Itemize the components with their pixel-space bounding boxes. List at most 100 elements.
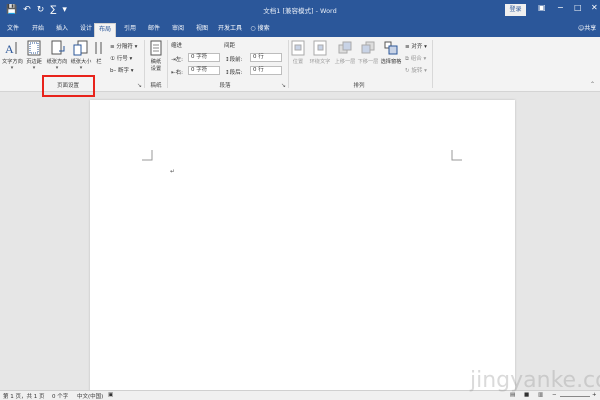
- group-divider: [167, 40, 168, 88]
- spacing-after-field[interactable]: 0 行: [250, 66, 282, 75]
- align-icon: ≡: [405, 44, 410, 50]
- draft-paper-label-1: 稿纸: [150, 59, 162, 65]
- arrange-group-label: 排列: [353, 83, 365, 89]
- spacing-header: 间距: [224, 43, 236, 49]
- tab-design[interactable]: 设计: [76, 23, 96, 37]
- wrap-text-button[interactable]: 环绕文字: [309, 40, 331, 65]
- rotate-icon: ↻: [405, 68, 410, 74]
- rotate-button[interactable]: ↻ 旋转 ▾: [405, 66, 427, 74]
- indent-right-label: ⇤右:: [171, 70, 183, 76]
- collapse-ribbon-icon[interactable]: ⌃: [590, 81, 595, 88]
- rotate-label: 旋转: [411, 68, 423, 74]
- columns-button[interactable]: 栏: [94, 40, 104, 65]
- bring-forward-button[interactable]: 上移一层: [334, 40, 356, 65]
- tell-me-search[interactable]: ○ 搜索: [248, 23, 272, 37]
- document-page[interactable]: ↵: [90, 100, 515, 400]
- maximize-icon[interactable]: □: [574, 3, 582, 12]
- position-button[interactable]: 位置: [290, 40, 306, 65]
- margins-icon: [27, 40, 41, 56]
- paragraph-mark: ↵: [170, 168, 176, 175]
- highlight-annotation-box: [42, 75, 95, 97]
- tab-review[interactable]: 审阅: [168, 23, 188, 37]
- word-count-status[interactable]: 0 个字: [52, 392, 68, 400]
- ribbon-tabs: 文件 开始 插入 设计 布局 引用 邮件 审阅 视图 开发工具 ○ 搜索 ☺共享: [0, 20, 600, 37]
- title-bar: 💾 ↶ ↻ ∑ ▾ 文档1 [兼容模式] - Word 登录 ▣ − □ ✕: [0, 0, 600, 20]
- chevron-down-icon: ▾: [132, 44, 138, 50]
- tab-layout[interactable]: 布局: [94, 23, 116, 37]
- position-icon: [291, 40, 305, 56]
- bring-forward-icon: [338, 41, 352, 54]
- chevron-down-icon: ▾: [127, 56, 133, 62]
- chevron-down-icon: ▾: [79, 65, 83, 71]
- group-objects-label: 组合: [410, 56, 422, 62]
- draft-group-label: 稿纸: [150, 83, 162, 89]
- text-direction-label: 文字方向: [2, 59, 23, 65]
- group-divider: [432, 40, 433, 88]
- draft-paper-label-2: 设置: [150, 66, 162, 72]
- margin-corner-top-right: [451, 150, 462, 161]
- hyphenation-button[interactable]: b– 断字 ▾: [110, 66, 134, 74]
- text-direction-button[interactable]: A 文字方向 ▾: [2, 40, 23, 71]
- position-label: 位置: [292, 59, 304, 65]
- margins-button[interactable]: 页边距 ▾: [24, 40, 44, 71]
- orientation-label: 纸张方向: [46, 59, 68, 65]
- send-backward-button[interactable]: 下移一层: [357, 40, 379, 65]
- draft-paper-button[interactable]: 稿纸 设置: [148, 40, 164, 72]
- indent-left-field[interactable]: 0 字符: [188, 53, 220, 62]
- margins-label: 页边距: [26, 59, 42, 65]
- hyphenation-icon: b–: [110, 68, 117, 74]
- group-objects-button[interactable]: ⧉ 组合 ▾: [405, 54, 426, 63]
- minimize-icon[interactable]: −: [557, 3, 564, 12]
- tab-mailings[interactable]: 邮件: [144, 23, 164, 37]
- chevron-down-icon: ▾: [422, 44, 427, 50]
- selection-pane-button[interactable]: 选择窗格: [380, 40, 402, 65]
- group-divider: [144, 40, 145, 88]
- send-backward-icon: [361, 41, 375, 54]
- login-button[interactable]: 登录: [505, 4, 526, 16]
- tab-developer[interactable]: 开发工具: [215, 23, 245, 37]
- spacing-before-label: ↕段前:: [225, 57, 243, 63]
- group-objects-icon: ⧉: [405, 56, 409, 62]
- indent-right-field[interactable]: 0 字符: [188, 66, 220, 75]
- page-count-status[interactable]: 第 1 页，共 1 页: [3, 392, 45, 400]
- text-direction-icon: A: [5, 42, 17, 56]
- ribbon-display-icon[interactable]: ▣: [538, 3, 546, 12]
- tab-file[interactable]: 文件: [4, 23, 22, 37]
- share-button[interactable]: ☺共享: [578, 23, 596, 35]
- draft-paper-icon: [150, 40, 162, 56]
- bring-forward-label: 上移一层: [334, 59, 356, 65]
- page-setup-launcher-icon[interactable]: ↘: [137, 82, 142, 89]
- paragraph-launcher-icon[interactable]: ↘: [281, 82, 286, 89]
- indent-left-label: ⇥左:: [171, 57, 183, 63]
- orientation-button[interactable]: 纸张方向 ▾: [46, 40, 68, 71]
- tab-references[interactable]: 引用: [120, 23, 140, 37]
- language-status[interactable]: 中文(中国): [77, 392, 103, 400]
- paper-size-icon: [73, 40, 88, 56]
- wrap-text-label: 环绕文字: [309, 59, 331, 65]
- hyphenation-label: 断字: [118, 68, 130, 74]
- align-label: 对齐: [411, 44, 423, 50]
- tab-insert[interactable]: 插入: [52, 23, 72, 37]
- size-button[interactable]: 纸张大小 ▾: [70, 40, 92, 71]
- tab-view[interactable]: 视图: [192, 23, 212, 37]
- chevron-down-icon: ▾: [10, 65, 14, 71]
- line-numbers-button[interactable]: ① 行号 ▾: [110, 54, 132, 62]
- size-label: 纸张大小: [70, 59, 92, 65]
- spacing-before-field[interactable]: 0 行: [250, 53, 282, 62]
- orientation-icon: [51, 40, 65, 55]
- spacing-after-label: ↕段后:: [225, 70, 243, 76]
- chevron-down-icon: ▾: [129, 68, 134, 74]
- zoom-slider[interactable]: [560, 396, 590, 397]
- close-icon[interactable]: ✕: [591, 3, 598, 12]
- line-numbers-icon: ①: [110, 56, 115, 62]
- tab-home[interactable]: 开始: [28, 23, 48, 37]
- macro-record-icon[interactable]: ▣: [108, 392, 113, 398]
- align-button[interactable]: ≡ 对齐 ▾: [405, 42, 427, 50]
- breaks-button[interactable]: ≡ 分隔符 ▾: [110, 42, 137, 50]
- paragraph-group-label: 段落: [219, 83, 231, 89]
- chevron-down-icon: ▾: [422, 68, 427, 74]
- selection-pane-label: 选择窗格: [380, 59, 402, 65]
- search-label: 搜索: [257, 25, 270, 32]
- wrap-text-icon: [313, 40, 327, 56]
- lightbulb-icon: ○: [250, 25, 256, 32]
